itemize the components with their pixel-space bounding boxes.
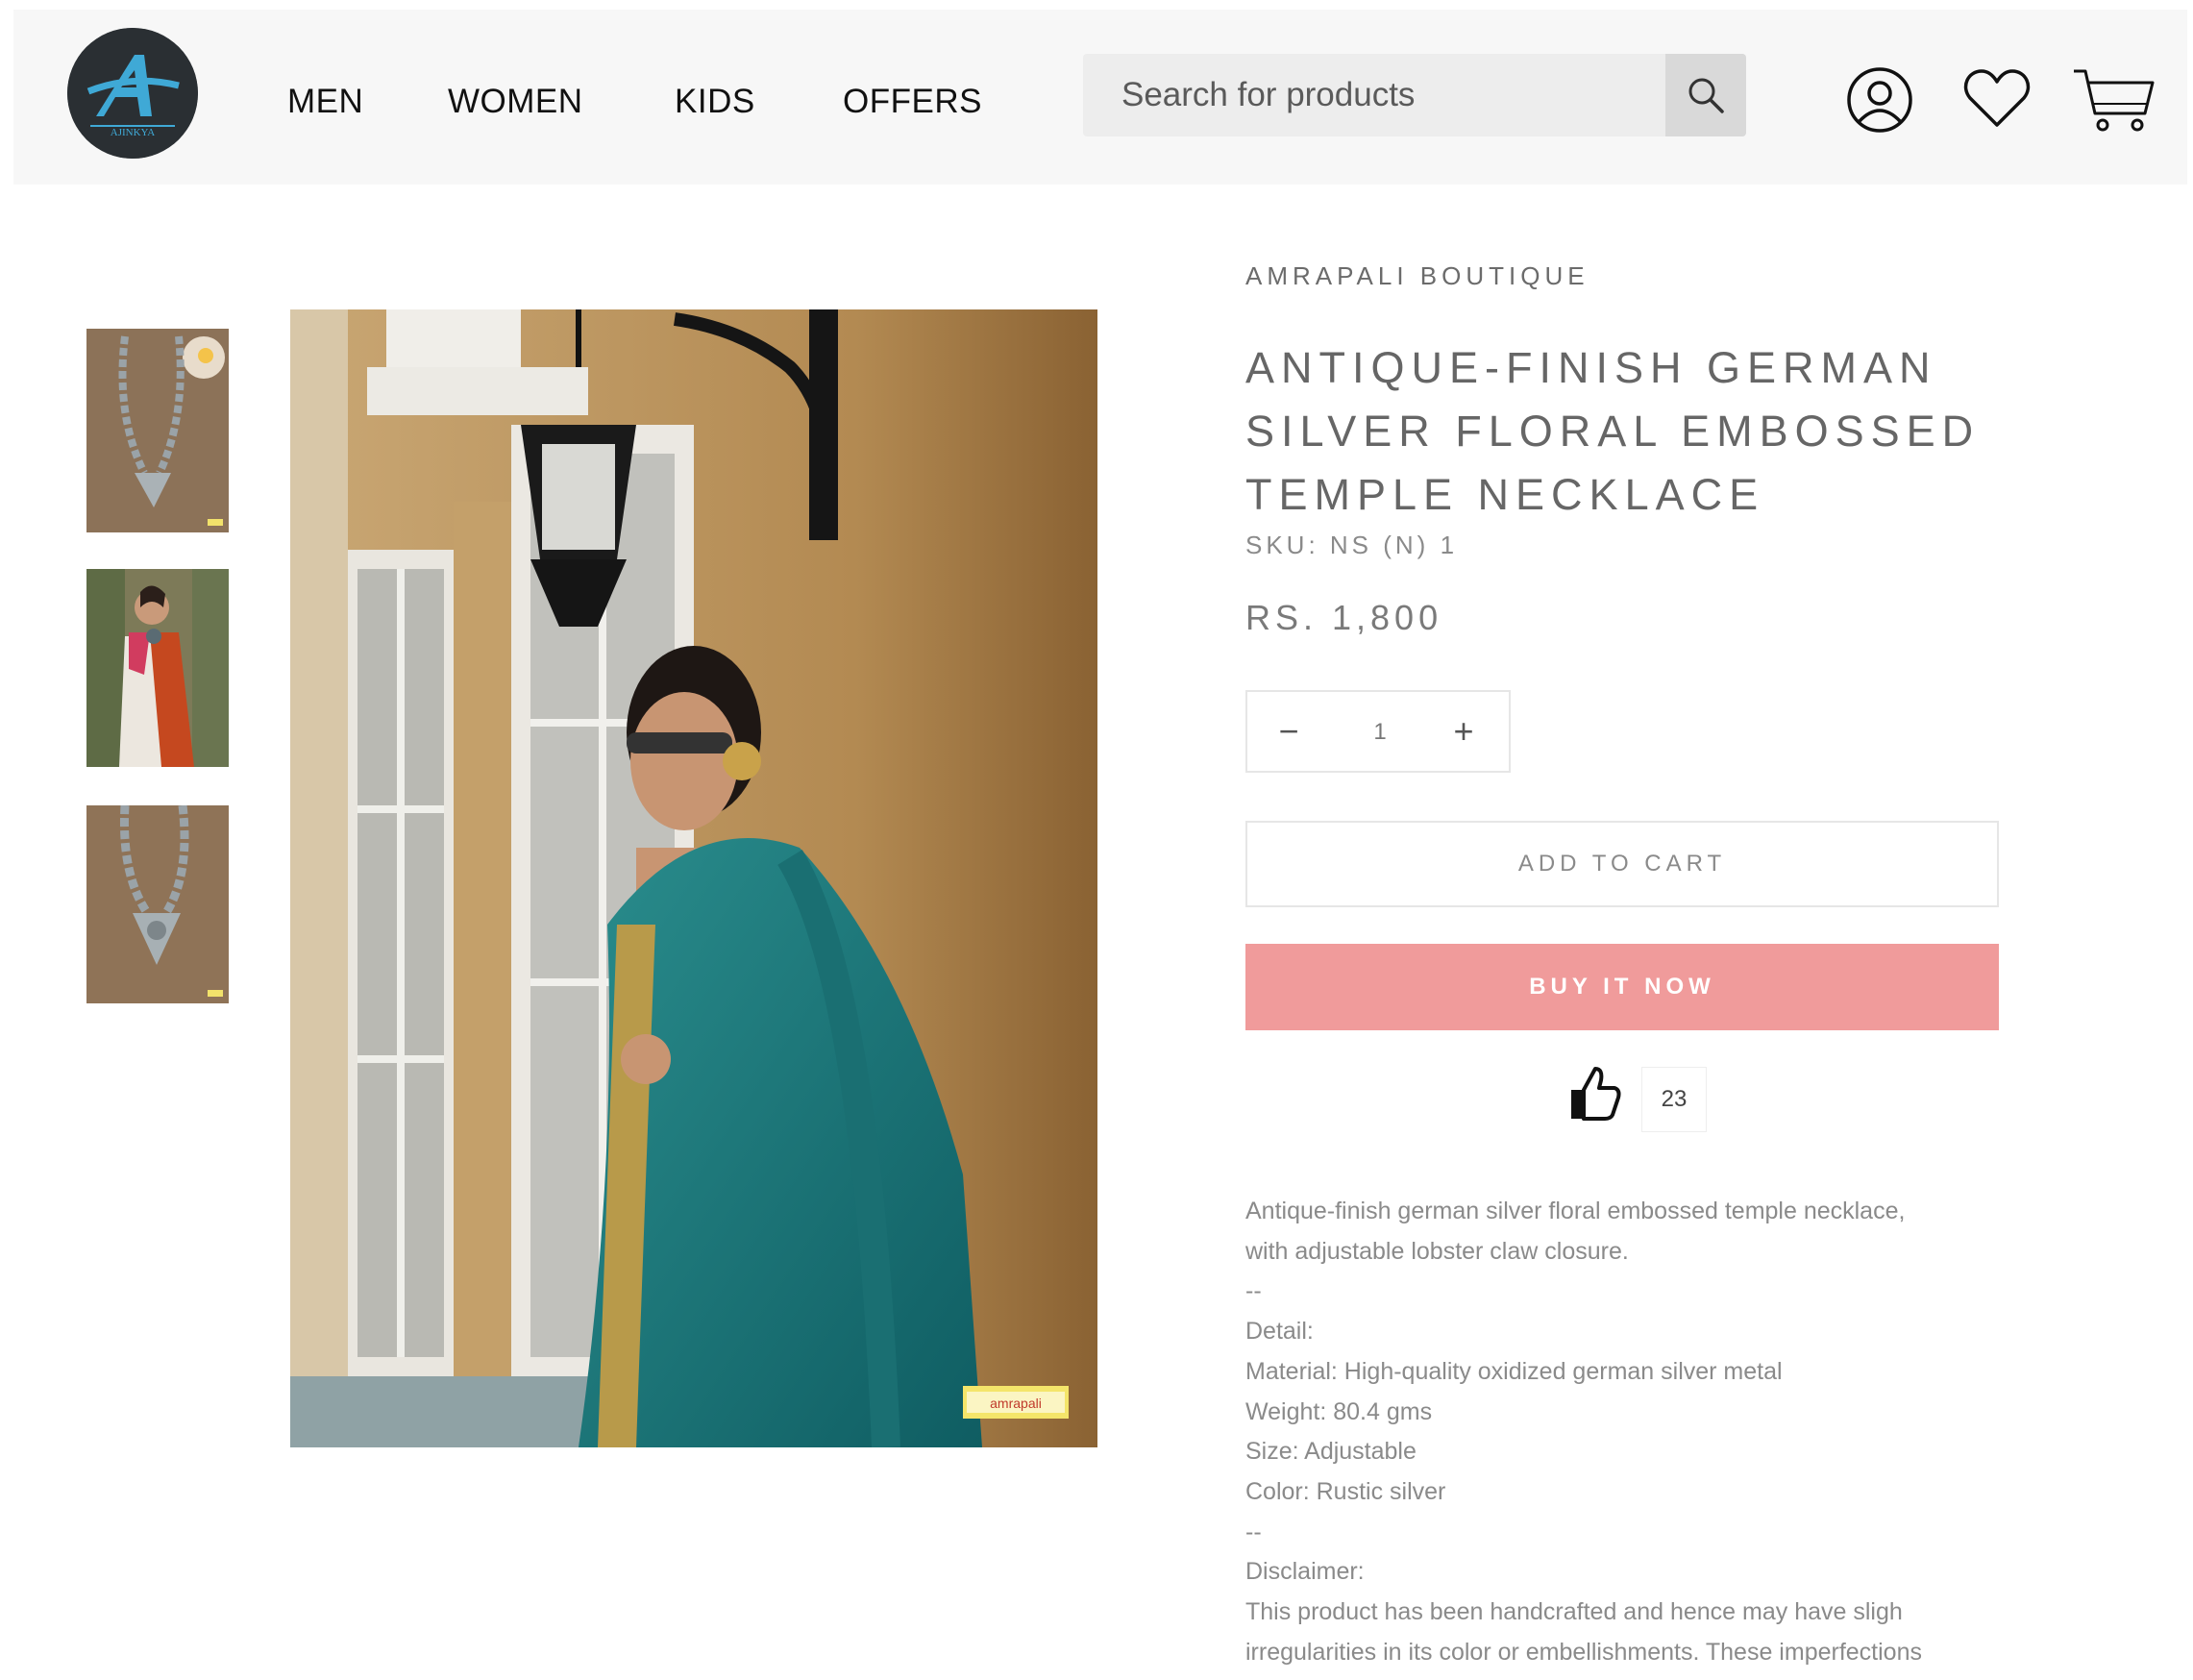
nav-men[interactable]: MEN (287, 83, 363, 121)
wishlist-button[interactable] (1962, 67, 2032, 136)
product-title-line: SILVER FLORAL EMBOSSED (1245, 407, 1981, 456)
search-bar (1083, 54, 1746, 136)
account-button[interactable] (1845, 65, 1914, 139)
cart-icon (2074, 69, 2155, 132)
image-watermark: amrapali (990, 1396, 1042, 1411)
nav-offers[interactable]: OFFERS (843, 83, 982, 121)
like-button[interactable] (1568, 1065, 1622, 1127)
nav-kids[interactable]: KIDS (675, 83, 755, 121)
search-icon (1688, 78, 1724, 113)
site-header: AJINKYA MEN WOMEN KIDS OFFERS (13, 10, 2187, 185)
quantity-stepper: − + (1245, 690, 1511, 773)
quantity-decrease-button[interactable]: − (1255, 692, 1322, 771)
cart-button[interactable] (2070, 63, 2156, 141)
product-title-line: TEMPLE NECKLACE (1245, 470, 1765, 519)
thumbnail-necklace-closeup[interactable] (86, 805, 229, 1003)
thumbs-up-icon (1571, 1067, 1621, 1121)
thumbnail-model-red-saree[interactable] (86, 569, 229, 767)
thumbnail-necklace-flatlay[interactable] (86, 329, 229, 532)
description-line: Detail: (1245, 1318, 1314, 1346)
description-line: Disclaimer: (1245, 1558, 1365, 1586)
description-line: -- (1245, 1518, 1262, 1545)
model-red-saree-image (86, 569, 229, 767)
description-line: -- (1245, 1277, 1262, 1305)
description-line: Weight: 80.4 gms (1245, 1397, 1433, 1425)
quantity-input[interactable] (1332, 692, 1428, 773)
description-line: Antique-finish german silver floral embo… (1245, 1198, 1906, 1224)
wishlist-heart-icon (1963, 69, 2031, 127)
product-price: RS. 1,800 (1245, 598, 1443, 637)
product-description: Antique-finish german silver floral embo… (1245, 1192, 2005, 1672)
description-line: This product has been handcrafted and he… (1245, 1598, 1903, 1626)
necklace-flatlay-image (86, 329, 229, 532)
description-line: Color: Rustic silver (1245, 1477, 1446, 1505)
search-input[interactable] (1083, 54, 1660, 136)
description-line: Size: Adjustable (1245, 1438, 1417, 1466)
main-product-image[interactable]: amrapali (290, 309, 1097, 1447)
like-count: 23 (1641, 1067, 1707, 1132)
quantity-increase-button[interactable]: + (1430, 692, 1497, 771)
add-to-cart-button[interactable]: ADD TO CART (1245, 821, 1999, 907)
product-title: ANTIQUE-FINISH GERMAN SILVER FLORAL EMBO… (1245, 336, 1981, 527)
search-button[interactable] (1665, 54, 1746, 136)
description-line: Material: High-quality oxidized german s… (1245, 1357, 1783, 1385)
account-icon (1847, 67, 1912, 133)
description-line: with adjustable lobster claw closure. (1245, 1237, 1629, 1265)
buy-it-now-button[interactable]: BUY IT NOW (1245, 944, 1999, 1030)
brand-logo[interactable]: AJINKYA (67, 28, 198, 159)
model-teal-saree-image: amrapali (290, 309, 1097, 1447)
product-sku: SKU: NS (N) 1 (1245, 531, 1459, 559)
logo-mark-icon: AJINKYA (67, 28, 198, 159)
brand-name[interactable]: AMRAPALI BOUTIQUE (1245, 261, 1589, 291)
description-line: irregularities in its color or embellish… (1245, 1638, 1922, 1666)
product-title-line: ANTIQUE-FINISH GERMAN (1245, 343, 1937, 392)
nav-women[interactable]: WOMEN (448, 83, 583, 121)
necklace-closeup-image (86, 805, 229, 1003)
logo-text: AJINKYA (111, 127, 156, 138)
